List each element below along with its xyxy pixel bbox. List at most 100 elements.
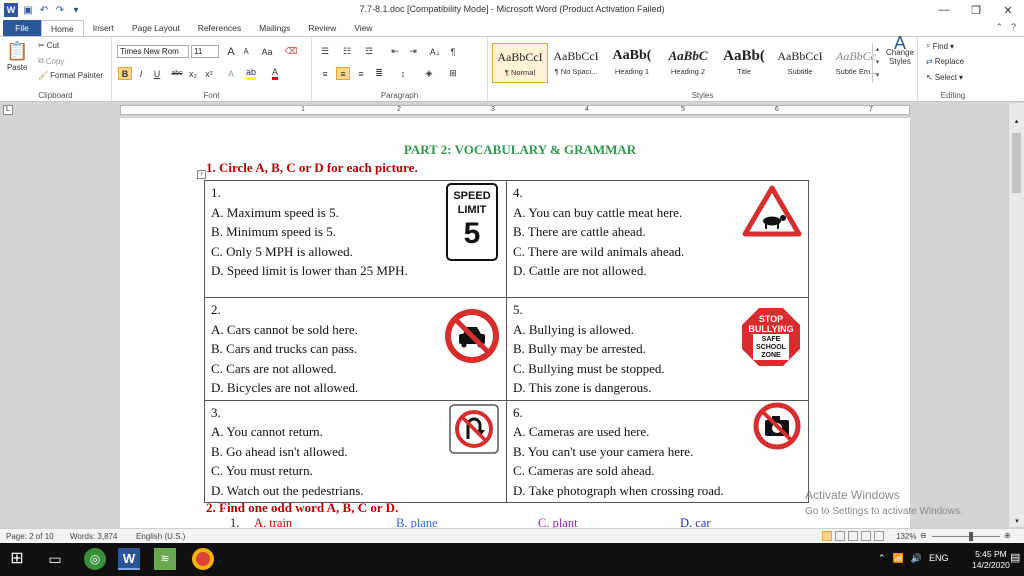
style-subtitle[interactable]: AaBbCcI Subtitle <box>772 43 828 83</box>
tab-page-layout[interactable]: Page Layout <box>123 20 189 36</box>
ruler-bar[interactable]: 1 2 3 4 5 6 7 <box>120 105 910 115</box>
replace-button[interactable]: ⇄ Replace <box>926 57 964 66</box>
strikethrough-button[interactable]: abc <box>170 67 184 80</box>
zoom-slider-thumb[interactable] <box>969 532 973 541</box>
tab-mailings[interactable]: Mailings <box>250 20 299 36</box>
decrease-indent-icon[interactable]: ⇤ <box>388 45 402 58</box>
paste-button[interactable]: 📋 Paste <box>6 41 28 72</box>
multilevel-list-icon[interactable]: ☲ <box>362 45 376 58</box>
numbering-icon[interactable]: ☷ <box>340 45 354 58</box>
text-effects-icon[interactable]: A <box>224 67 238 80</box>
sort-button[interactable]: A↓ <box>428 45 442 58</box>
vertical-scrollbar[interactable]: ▴ ▾ <box>1008 103 1024 527</box>
bullets-icon[interactable]: ☰ <box>318 45 332 58</box>
tab-home[interactable]: Home <box>41 20 84 36</box>
table-move-handle-icon[interactable]: + <box>197 170 206 179</box>
page-count[interactable]: Page: 2 of 10 <box>6 532 54 541</box>
tab-insert[interactable]: Insert <box>84 20 123 36</box>
tab-review[interactable]: Review <box>299 20 345 36</box>
notifications-icon[interactable]: ▤ <box>1010 551 1020 564</box>
scroll-thumb[interactable] <box>1012 133 1021 193</box>
style-normal[interactable]: AaBbCcI ¶ Normal <box>492 43 548 83</box>
start-icon[interactable]: ⊞ <box>6 548 28 570</box>
close-button[interactable]: ✕ <box>992 0 1024 20</box>
table-cell[interactable]: 5. A. Bullying is allowed. B. Bully may … <box>506 297 809 401</box>
font-color-icon[interactable]: A <box>268 67 282 80</box>
word-taskbar-icon[interactable]: W <box>118 548 140 570</box>
document-page[interactable]: PART 2: VOCABULARY & GRAMMAR + 1. Circle… <box>120 118 910 528</box>
tray-expand-icon[interactable]: ⌃ <box>878 553 886 564</box>
underline-button[interactable]: U <box>150 67 164 80</box>
app-icon[interactable]: ◎ <box>84 548 106 570</box>
outline-icon[interactable] <box>861 531 871 541</box>
cut-button[interactable]: ✂ Cut <box>38 41 59 50</box>
scroll-up-icon[interactable]: ▴ <box>1009 117 1024 125</box>
bold-button[interactable]: B <box>118 67 132 80</box>
clear-format-icon[interactable]: ⌫ <box>284 45 298 58</box>
table-cell[interactable]: 3. A. You cannot return. B. Go ahead isn… <box>204 399 507 503</box>
style-no-spacing[interactable]: AaBbCcI ¶ No Spaci... <box>548 43 604 83</box>
superscript-button[interactable]: x² <box>202 67 216 80</box>
shrink-font-button[interactable]: A <box>239 45 253 58</box>
restore-button[interactable]: ❐ <box>960 0 992 20</box>
table-cell[interactable]: 4. A. You can buy cattle meat here. B. T… <box>506 180 809 298</box>
input-language[interactable]: ENG <box>929 553 949 564</box>
format-painter-button[interactable]: 🖌 Format Painter <box>38 71 103 80</box>
subscript-button[interactable]: x₂ <box>186 67 200 80</box>
style-heading-2[interactable]: AaBbC Heading 2 <box>660 43 716 83</box>
line-spacing-icon[interactable]: ↕ <box>396 67 410 80</box>
tab-file[interactable]: File <box>3 20 41 36</box>
zoom-in-icon[interactable]: ⊕ <box>1004 531 1011 540</box>
table-cell[interactable]: 2. A. Cars cannot be sold here. B. Cars … <box>204 297 507 401</box>
print-layout-icon[interactable] <box>822 531 832 541</box>
font-size-combo[interactable]: 11 <box>191 45 219 58</box>
minimize-ribbon-icon[interactable]: ⌃ <box>995 22 1003 33</box>
draft-icon[interactable] <box>874 531 884 541</box>
web-layout-icon[interactable] <box>848 531 858 541</box>
stack-app-icon[interactable]: ≋ <box>154 548 176 570</box>
select-button[interactable]: ↖ Select ▾ <box>926 73 963 82</box>
tab-selector[interactable]: L <box>3 105 13 115</box>
language-indicator[interactable]: English (U.S.) <box>136 532 185 541</box>
paragraph-label: Paragraph <box>380 91 419 100</box>
zoom-out-icon[interactable]: ⊖ <box>920 531 927 540</box>
zoom-slider[interactable] <box>932 536 1000 537</box>
increase-indent-icon[interactable]: ⇥ <box>406 45 420 58</box>
align-center-icon[interactable]: ≡ <box>336 67 350 80</box>
grow-font-button[interactable]: A <box>224 45 238 58</box>
taskbar: ⊞ ▭ ◎ W ≋ ⌃ 📶 🔊 ENG 5:45 PM 14/2/2020 ▤ <box>0 543 1024 576</box>
shading-icon[interactable]: ◈ <box>422 67 436 80</box>
styles-scroll[interactable]: ▴ ▾ ▾ <box>872 43 882 83</box>
network-icon[interactable]: 📶 <box>893 553 904 564</box>
highlight-icon[interactable]: ab <box>244 67 258 80</box>
align-left-icon[interactable]: ≡ <box>318 67 332 80</box>
minimize-button[interactable]: — <box>928 0 960 20</box>
clock[interactable]: 5:45 PM 14/2/2020 <box>972 549 1010 571</box>
font-name-combo[interactable]: Times New Rom <box>117 45 189 58</box>
option-d: D. Speed limit is lower than 25 MPH. <box>211 263 408 278</box>
full-screen-reading-icon[interactable] <box>835 531 845 541</box>
copy-button[interactable]: ⧉ Copy <box>38 56 64 66</box>
window-controls: — ❐ ✕ <box>928 0 1024 20</box>
tab-view[interactable]: View <box>345 20 381 36</box>
volume-icon[interactable]: 🔊 <box>911 553 922 564</box>
justify-icon[interactable]: ≣ <box>372 67 386 80</box>
zoom-level[interactable]: 132% <box>896 532 916 541</box>
chrome-icon[interactable] <box>192 548 214 570</box>
tab-references[interactable]: References <box>189 20 250 36</box>
word-count[interactable]: Words: 3,874 <box>70 532 117 541</box>
align-right-icon[interactable]: ≡ <box>354 67 368 80</box>
show-marks-button[interactable]: ¶ <box>446 45 460 58</box>
table-cell[interactable]: 6. A. Cameras are used here. B. You can'… <box>506 399 809 503</box>
change-case-button[interactable]: Aa <box>260 45 274 58</box>
find-button[interactable]: ⌕ Find ▾ <box>926 41 954 51</box>
style-heading-1[interactable]: AaBb(Heading 1 <box>604 43 660 83</box>
scroll-down-icon[interactable]: ▾ <box>1009 517 1024 525</box>
style-title[interactable]: AaBb(Title <box>716 43 772 83</box>
borders-icon[interactable]: ⊞ <box>446 67 460 80</box>
help-icon[interactable]: ? <box>1011 22 1016 33</box>
change-styles-button[interactable]: A Change Styles <box>884 34 916 66</box>
italic-button[interactable]: I <box>134 67 148 80</box>
table-cell[interactable]: 1. A. Maximum speed is 5. B. Minimum spe… <box>204 180 507 298</box>
task-view-icon[interactable]: ▭ <box>44 548 66 570</box>
